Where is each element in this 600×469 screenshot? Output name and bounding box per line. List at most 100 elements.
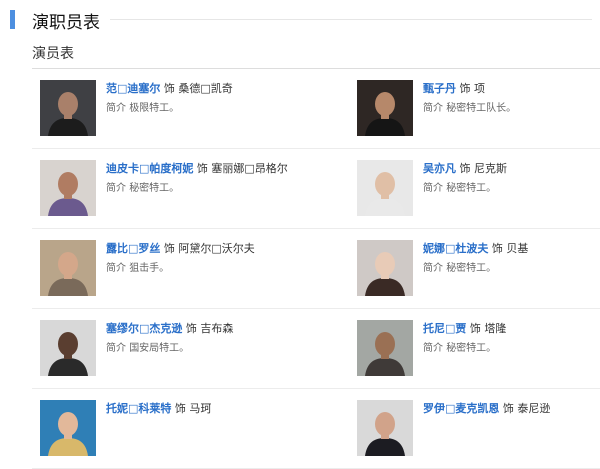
- intro-label: 简介: [423, 343, 443, 354]
- as-label: 饰: [163, 82, 175, 95]
- intro-line: 简介 秘密特工。: [423, 262, 600, 275]
- section-title: 演员表: [32, 46, 74, 62]
- cast-row: 托妮□科莱特 饰 马珂 罗伊□麦克凯恩 饰 泰尼逊: [32, 389, 600, 469]
- page-header: 演职员表: [0, 0, 600, 40]
- cast-item: 范□迪塞尔 饰 桑德□凯奇简介 极限特工。: [40, 80, 300, 136]
- cast-item: 托尼□贾 饰 塔隆 简介 秘密特工。: [357, 320, 600, 376]
- intro-text: 国安局特工。: [129, 343, 190, 354]
- actor-name-link[interactable]: 露比□罗丝: [106, 242, 160, 255]
- cast-credit-line: 甄子丹 饰 项: [423, 82, 600, 96]
- as-label: 饰: [459, 82, 471, 95]
- actor-photo[interactable]: [40, 240, 96, 296]
- cast-list: 范□迪塞尔 饰 桑德□凯奇 简介 极限特工。 甄子丹 饰 项简介 秘密特工队长。 迪皮…: [32, 69, 600, 469]
- actor-name-link[interactable]: 塞缪尔□杰克逊: [106, 322, 182, 335]
- as-label: 饰: [174, 402, 186, 415]
- intro-line: 简介 秘密特工。: [423, 342, 600, 355]
- cast-info: 迪皮卡□帕度柯妮 饰 塞丽娜□昂格尔 简介 秘密特工。: [106, 162, 336, 195]
- cast-item: 罗伊□麦克凯恩 饰 泰尼逊: [357, 400, 600, 456]
- intro-label: 简介: [106, 343, 126, 354]
- intro-line: 简介 极限特工。: [106, 102, 336, 115]
- as-label: 饰: [502, 402, 514, 415]
- header-accent-bar: [10, 10, 15, 29]
- actor-name-link[interactable]: 甄子丹: [423, 82, 456, 95]
- cast-item: 托妮□科莱特 饰 马珂: [40, 400, 300, 456]
- actor-name-link[interactable]: 迪皮卡□帕度柯妮: [106, 162, 193, 175]
- role-name: 泰尼逊: [517, 402, 551, 415]
- actor-photo[interactable]: [40, 320, 96, 376]
- actor-name-link[interactable]: 吴亦凡: [423, 162, 456, 175]
- actor-photo[interactable]: [357, 240, 413, 296]
- cast-row: 塞缪尔□杰克逊 饰 吉布森 简介 国安局特工。 托尼□贾 饰 塔隆 简介 秘密特工。: [32, 309, 600, 389]
- cast-info: 塞缪尔□杰克逊 饰 吉布森 简介 国安局特工。: [106, 322, 336, 355]
- intro-line: 简介 秘密特工。: [423, 182, 600, 195]
- as-label: 饰: [459, 162, 471, 175]
- intro-line: 简介 秘密特工队长。: [423, 102, 600, 115]
- as-label: 饰: [196, 162, 208, 175]
- actor-name-link[interactable]: 妮娜□杜波夫: [423, 242, 488, 255]
- intro-text: 秘密特工队长。: [446, 103, 517, 114]
- actor-name-link[interactable]: 范□迪塞尔: [106, 82, 160, 95]
- as-label: 饰: [185, 322, 197, 335]
- actor-photo[interactable]: [40, 80, 96, 136]
- role-name: 桑德□凯奇: [178, 82, 233, 95]
- page-title: 演职员表: [32, 13, 100, 33]
- intro-text: 秘密特工。: [129, 183, 180, 194]
- cast-credit-line: 吴亦凡 饰 尼克斯: [423, 162, 600, 176]
- role-name: 吉布森: [200, 322, 234, 335]
- intro-text: 秘密特工。: [446, 343, 497, 354]
- cast-item: 塞缪尔□杰克逊 饰 吉布森简介 国安局特工。: [40, 320, 300, 376]
- actor-photo[interactable]: [357, 80, 413, 136]
- actor-name-link[interactable]: 托尼□贾: [423, 322, 466, 335]
- cast-info: 罗伊□麦克凯恩 饰 泰尼逊: [423, 402, 600, 416]
- actor-photo[interactable]: [357, 400, 413, 456]
- role-name: 马珂: [189, 402, 212, 415]
- actor-photo[interactable]: [357, 320, 413, 376]
- header-divider: [110, 19, 592, 20]
- intro-line: 简介 狙击手。: [106, 262, 336, 275]
- intro-text: 极限特工。: [129, 103, 180, 114]
- role-name: 尼克斯: [474, 162, 507, 175]
- cast-info: 甄子丹 饰 项简介 秘密特工队长。: [423, 82, 600, 115]
- intro-label: 简介: [106, 103, 126, 114]
- intro-text: 秘密特工。: [446, 263, 497, 274]
- intro-label: 简介: [423, 183, 443, 194]
- intro-line: 简介 国安局特工。: [106, 342, 336, 355]
- actor-name-link[interactable]: 托妮□科莱特: [106, 402, 171, 415]
- cast-row: 范□迪塞尔 饰 桑德□凯奇 简介 极限特工。 甄子丹 饰 项简介 秘密特工队长。: [32, 69, 600, 149]
- cast-info: 托妮□科莱特 饰 马珂: [106, 402, 336, 416]
- cast-info: 吴亦凡 饰 尼克斯 简介 秘密特工。: [423, 162, 600, 195]
- intro-text: 秘密特工。: [446, 183, 497, 194]
- role-name: 贝基: [506, 242, 529, 255]
- cast-credit-line: 塞缪尔□杰克逊 饰 吉布森: [106, 322, 336, 336]
- actor-photo[interactable]: [40, 160, 96, 216]
- actor-photo[interactable]: [40, 400, 96, 456]
- cast-credit-line: 妮娜□杜波夫 饰 贝基: [423, 242, 600, 256]
- cast-item: 吴亦凡 饰 尼克斯 简介 秘密特工。: [357, 160, 600, 216]
- intro-line: 简介 秘密特工。: [106, 182, 336, 195]
- intro-label: 简介: [106, 183, 126, 194]
- cast-credit-line: 迪皮卡□帕度柯妮 饰 塞丽娜□昂格尔: [106, 162, 336, 176]
- role-name: 塞丽娜□昂格尔: [211, 162, 288, 175]
- cast-credit-line: 露比□罗丝 饰 阿黛尔□沃尔夫: [106, 242, 336, 256]
- cast-row: 迪皮卡□帕度柯妮 饰 塞丽娜□昂格尔 简介 秘密特工。 吴亦凡 饰 尼克斯 简介 秘密…: [32, 149, 600, 229]
- cast-item: 露比□罗丝 饰 阿黛尔□沃尔夫 简介 狙击手。: [40, 240, 300, 296]
- as-label: 饰: [163, 242, 175, 255]
- cast-row: 露比□罗丝 饰 阿黛尔□沃尔夫 简介 狙击手。 妮娜□杜波夫 饰 贝基 简介 秘密特工…: [32, 229, 600, 309]
- cast-item: 甄子丹 饰 项简介 秘密特工队长。: [357, 80, 600, 136]
- cast-credit-line: 托尼□贾 饰 塔隆: [423, 322, 600, 336]
- cast-info: 托尼□贾 饰 塔隆 简介 秘密特工。: [423, 322, 600, 355]
- cast-credit-line: 托妮□科莱特 饰 马珂: [106, 402, 336, 416]
- cast-info: 范□迪塞尔 饰 桑德□凯奇简介 极限特工。: [106, 82, 336, 115]
- cast-item: 妮娜□杜波夫 饰 贝基 简介 秘密特工。: [357, 240, 600, 296]
- as-label: 饰: [469, 322, 481, 335]
- role-name: 塔隆: [484, 322, 507, 335]
- role-name: 项: [474, 82, 485, 95]
- intro-text: 狙击手。: [129, 263, 170, 274]
- as-label: 饰: [491, 242, 503, 255]
- cast-credit-line: 罗伊□麦克凯恩 饰 泰尼逊: [423, 402, 600, 416]
- actor-photo[interactable]: [357, 160, 413, 216]
- cast-item: 迪皮卡□帕度柯妮 饰 塞丽娜□昂格尔简介 秘密特工。: [40, 160, 300, 216]
- cast-info: 妮娜□杜波夫 饰 贝基 简介 秘密特工。: [423, 242, 600, 275]
- role-name: 阿黛尔□沃尔夫: [178, 242, 255, 255]
- actor-name-link[interactable]: 罗伊□麦克凯恩: [423, 402, 499, 415]
